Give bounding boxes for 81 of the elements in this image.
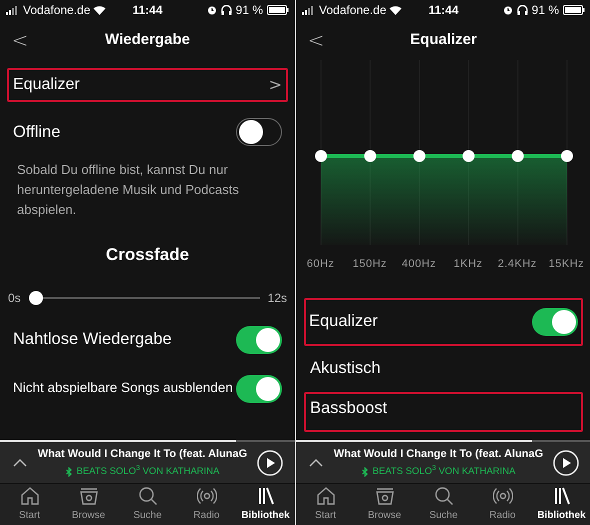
nav-tab[interactable]: Browse — [59, 484, 118, 525]
broadcast-icon — [492, 486, 512, 506]
battery-percentage: 91 % — [236, 2, 263, 19]
nav-tab[interactable]: Radio — [473, 484, 532, 525]
home-icon — [316, 486, 336, 506]
headphones-icon — [516, 5, 528, 15]
carrier-name: Vodafone.de — [319, 2, 386, 19]
frequency-label: 400Hz — [400, 257, 438, 272]
setting-label: Equalizer — [309, 311, 378, 332]
frequency-label: 15KHz — [548, 257, 586, 272]
section-heading: Crossfade — [104, 244, 190, 266]
play-button-icon — [553, 450, 579, 476]
device-name: BEATS SOLO$^{3}$ VON KATHARINA — [76, 464, 220, 479]
toggle-switch[interactable] — [532, 308, 578, 336]
band-handle[interactable] — [462, 150, 475, 162]
band-handle[interactable] — [512, 150, 524, 162]
setting-label: Nahtlose Wiedergabe — [13, 329, 172, 350]
preset-label: Akustisch — [310, 358, 381, 380]
slider-max-label: 12s — [268, 290, 287, 306]
track-title: What Would I Change It To (feat. AlunaG — [334, 447, 544, 462]
nav-tab[interactable]: Browse — [355, 484, 414, 525]
chevron-up-icon — [308, 458, 324, 468]
wifi-icon — [389, 5, 402, 15]
nav-tab[interactable]: Start — [0, 484, 59, 525]
preset-option[interactable]: Akustisch — [304, 352, 583, 392]
bluetooth-icon — [66, 466, 72, 477]
band-handle[interactable] — [413, 150, 426, 162]
toggle-switch[interactable] — [236, 118, 282, 146]
toggle-switch[interactable] — [236, 326, 282, 354]
wifi-icon — [93, 5, 106, 15]
broadcast-icon — [196, 486, 216, 506]
nav-tab[interactable]: Bibliothek — [532, 484, 590, 525]
frequency-label: 150Hz — [352, 257, 388, 272]
chevron-icon: > — [268, 73, 282, 97]
radio-box-icon — [78, 486, 98, 506]
home-icon — [20, 486, 40, 506]
search-icon — [138, 486, 158, 506]
signal-icon — [302, 6, 316, 14]
band-handle[interactable] — [315, 150, 327, 162]
frequency-label: 2.4KHz — [496, 257, 538, 272]
device-name: BEATS SOLO$^{3}$ VON KATHARINA — [372, 464, 516, 479]
play-button-icon — [257, 450, 283, 476]
toggle-switch[interactable] — [236, 374, 282, 402]
frequency-label: 1KHz — [452, 257, 484, 272]
clock-time: 11:44 — [428, 2, 459, 19]
nav-tab[interactable]: Radio — [177, 484, 236, 525]
preset-option[interactable]: Bassboost — [304, 392, 583, 432]
row-label: Equalizer — [13, 75, 80, 95]
track-title: What Would I Change It To (feat. AlunaG — [38, 447, 248, 462]
carrier-name: Vodafone.de — [23, 2, 90, 19]
headphones-icon — [220, 5, 232, 15]
equalizer-menu-row[interactable]: Equalizer > — [7, 68, 288, 102]
setting-label: Offline — [13, 122, 60, 143]
band-handle[interactable] — [561, 150, 573, 162]
nav-tab[interactable]: Start — [296, 484, 355, 525]
nav-tab[interactable]: Suche — [414, 484, 473, 525]
offline-description: Sobald Du offline bist, kannst Du nur heruntergeladene Musik und Podcasts abspielen. — [17, 161, 240, 219]
frequency-label: 60Hz — [306, 257, 336, 272]
screen-title: Wiedergabe — [105, 30, 190, 50]
alarm-clock-icon — [502, 5, 513, 15]
screen-title: Equalizer — [410, 30, 477, 50]
crossfade-slider[interactable] — [28, 290, 260, 304]
slider-min-label: 0s — [8, 290, 21, 306]
bluetooth-icon — [362, 466, 368, 477]
battery-icon — [563, 5, 585, 15]
signal-icon — [6, 6, 20, 14]
clock-time: 11:44 — [132, 2, 163, 19]
preset-label: Bassboost — [310, 398, 388, 420]
back-button[interactable]: < — [306, 25, 326, 55]
search-icon — [434, 486, 454, 506]
chevron-up-icon — [12, 458, 28, 468]
back-button[interactable]: < — [10, 25, 30, 55]
battery-percentage: 91 % — [532, 2, 559, 19]
radio-box-icon — [374, 486, 394, 506]
nav-tab[interactable]: Suche — [118, 484, 177, 525]
setting-label: Nicht abspielbare Songs ausblenden — [13, 379, 233, 398]
band-handle[interactable] — [364, 150, 376, 162]
battery-icon — [267, 5, 289, 15]
nav-tab[interactable]: Bibliothek — [236, 484, 295, 525]
alarm-clock-icon — [206, 5, 217, 15]
slider-thumb[interactable] — [28, 290, 43, 304]
